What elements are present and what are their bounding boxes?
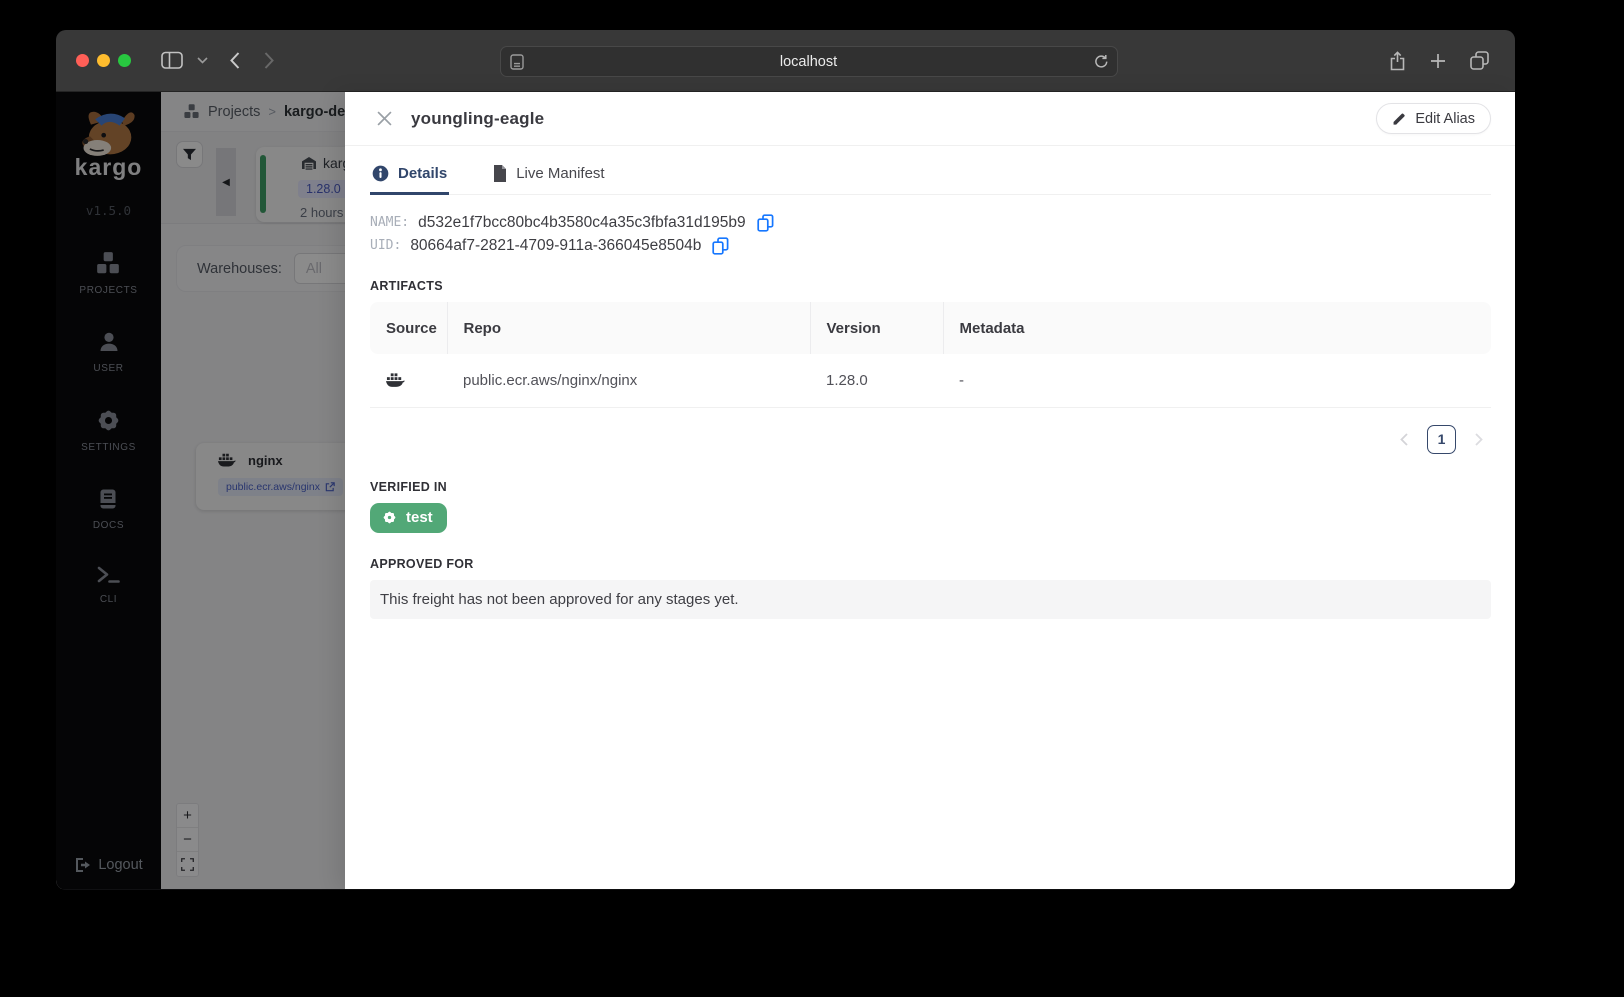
back-button[interactable] (230, 52, 240, 69)
tab-details[interactable]: Details (370, 159, 450, 195)
name-label: NAME: (370, 215, 410, 230)
freight-uid-value: 80664af7-2821-4709-911a-366045e8504b (410, 236, 702, 254)
drawer-tabs: Details Live Manifest (370, 159, 1491, 195)
page-icon (510, 53, 524, 70)
stage-seal-icon (382, 510, 397, 525)
copy-name-icon[interactable] (757, 213, 774, 232)
verified-stage-badge[interactable]: test (370, 502, 447, 533)
document-icon (493, 165, 507, 182)
kargo-app: kargo v1.5.0 PROJECTS USER SETTINGS DOCS… (56, 92, 1515, 889)
column-version: Version (809, 302, 943, 354)
chevron-down-icon[interactable] (197, 57, 208, 64)
drawer-body: Details Live Manifest NAME: d532e1f7bcc8… (345, 159, 1515, 619)
edit-alias-label: Edit Alias (1415, 110, 1475, 127)
freight-uid-row: UID: 80664af7-2821-4709-911a-366045e8504… (370, 234, 1491, 257)
freight-alias-title: youngling-eagle (411, 108, 545, 128)
artifact-metadata-cell: - (943, 354, 1491, 408)
docker-icon (386, 373, 447, 388)
close-window-button[interactable] (76, 54, 89, 67)
url-text[interactable]: localhost (524, 54, 1093, 70)
desktop-background: localhost kargo v1.5.0 PROJECTS USER SET… (0, 0, 1624, 997)
tab-live-manifest-label: Live Manifest (516, 165, 605, 182)
tab-details-label: Details (398, 165, 448, 182)
info-icon (372, 165, 389, 182)
artifact-version-cell: 1.28.0 (810, 354, 943, 408)
traffic-lights (76, 54, 131, 67)
edit-alias-button[interactable]: Edit Alias (1376, 103, 1491, 134)
reload-icon[interactable] (1093, 54, 1108, 69)
artifact-source-cell (370, 354, 447, 408)
column-metadata: Metadata (942, 302, 1491, 354)
browser-toolbar: localhost (56, 30, 1515, 92)
copy-uid-icon[interactable] (712, 236, 729, 255)
freight-meta: NAME: d532e1f7bcc80bc4b3580c4a35c3fbfa31… (370, 211, 1491, 257)
artifacts-section-label: ARTIFACTS (370, 279, 443, 293)
sidebar-toggle-icon[interactable] (161, 51, 183, 70)
address-bar[interactable]: localhost (500, 46, 1118, 77)
artifact-row[interactable]: public.ecr.aws/nginx/nginx 1.28.0 - (370, 354, 1491, 408)
new-tab-icon[interactable] (1430, 53, 1446, 69)
page-number-button[interactable]: 1 (1427, 424, 1456, 454)
artifacts-table: Source Repo Version Metadata public.ecr.… (370, 302, 1491, 408)
tab-overview-icon[interactable] (1470, 51, 1489, 70)
artifacts-pagination: 1 (370, 424, 1491, 454)
verified-in-label: VERIFIED IN (370, 479, 447, 494)
toolbar-right-icons (1389, 50, 1495, 71)
prev-page-icon[interactable] (1400, 432, 1408, 446)
artifact-repo-cell: public.ecr.aws/nginx/nginx (447, 354, 810, 408)
minimize-window-button[interactable] (97, 54, 110, 67)
freight-name-value: d532e1f7bcc80bc4b3580c4a35c3fbfa31d195b9 (418, 213, 746, 231)
artifacts-header-row: Source Repo Version Metadata (370, 302, 1491, 354)
approved-for-label: APPROVED FOR (370, 556, 474, 571)
drawer-header: youngling-eagle Edit Alias (345, 92, 1515, 146)
pencil-icon (1392, 112, 1406, 126)
next-page-icon[interactable] (1475, 432, 1483, 446)
tab-live-manifest[interactable]: Live Manifest (491, 159, 606, 194)
freight-name-row: NAME: d532e1f7bcc80bc4b3580c4a35c3fbfa31… (370, 211, 1491, 234)
forward-button[interactable] (264, 52, 274, 69)
share-icon[interactable] (1389, 50, 1406, 71)
approved-for-empty-state: This freight has not been approved for a… (370, 579, 1491, 619)
verified-stage-name: test (406, 508, 433, 526)
column-repo: Repo (446, 302, 810, 354)
browser-window: localhost kargo v1.5.0 PROJECTS USER SET… (56, 30, 1515, 890)
close-icon[interactable] (373, 108, 395, 130)
zoom-window-button[interactable] (118, 54, 131, 67)
uid-label: UID: (370, 238, 402, 253)
column-source: Source (386, 319, 437, 337)
freight-details-drawer: youngling-eagle Edit Alias Details Live … (345, 92, 1515, 889)
